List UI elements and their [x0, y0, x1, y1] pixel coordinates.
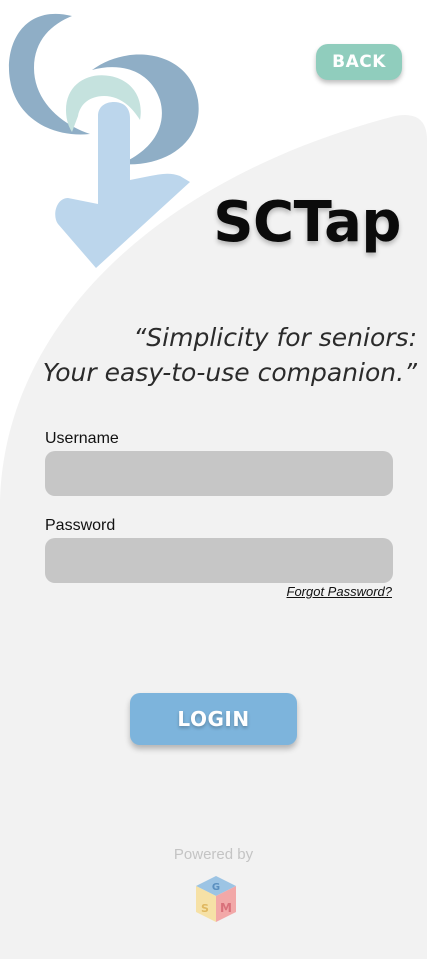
app-title: SCTap	[213, 190, 401, 255]
tagline-line-2: Your easy-to-use companion.”	[42, 358, 417, 387]
back-button[interactable]: BACK	[316, 44, 402, 80]
svg-text:M: M	[220, 901, 232, 915]
cube-brand-logo-icon: G S M	[196, 876, 236, 922]
svg-text:S: S	[201, 902, 209, 915]
password-input[interactable]	[45, 538, 393, 583]
forgot-password-link[interactable]: Forgot Password?	[287, 584, 393, 599]
powered-by-label: Powered by	[173, 846, 254, 863]
login-button[interactable]: LOGIN	[130, 693, 297, 745]
password-label: Password	[45, 517, 116, 534]
tagline-line-1: “Simplicity for seniors:	[133, 323, 417, 352]
tagline: “Simplicity for seniors: Your easy-to-us…	[17, 320, 417, 390]
tap-hand-logo-icon	[8, 13, 199, 268]
username-label: Username	[45, 430, 119, 447]
username-input[interactable]	[45, 451, 393, 496]
svg-text:G: G	[212, 882, 220, 893]
